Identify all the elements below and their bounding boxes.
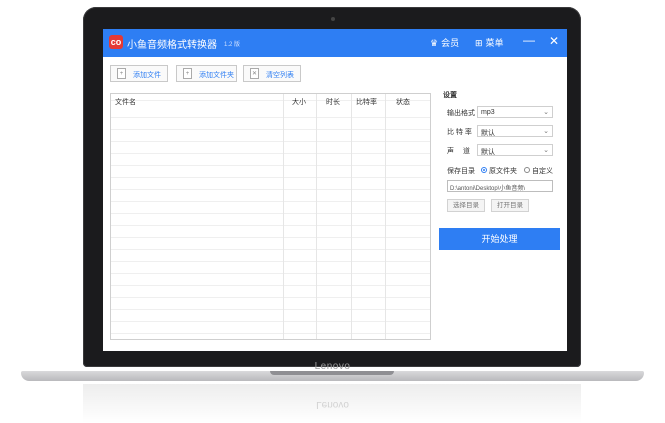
app-title: 小鱼音频格式转换器 xyxy=(127,40,217,51)
bitrate-label: 比 特 率 xyxy=(447,129,472,136)
channel-label: 声 道 xyxy=(447,148,470,155)
add-folder-button[interactable]: + 添加文件夹 xyxy=(176,65,237,82)
clear-list-button[interactable]: ✕ 清空列表 xyxy=(243,65,301,82)
menu-button[interactable]: ⊞ 菜单 xyxy=(475,36,504,49)
radio-original-folder[interactable] xyxy=(481,167,487,173)
chevron-down-icon: ⌄ xyxy=(543,147,549,154)
channel-value: 默认 xyxy=(481,149,495,156)
column-header-size[interactable]: 大小 xyxy=(292,97,306,107)
custom-folder-label: 自定义 xyxy=(532,168,553,175)
trash-icon: ✕ xyxy=(250,68,259,79)
clear-list-label: 清空列表 xyxy=(266,72,294,79)
chevron-down-icon: ⌄ xyxy=(543,109,549,116)
channel-select[interactable]: 默认 ⌄ xyxy=(477,144,553,156)
add-file-button[interactable]: + 添加文件 xyxy=(110,65,168,82)
member-button[interactable]: ♛ 会员 xyxy=(430,36,459,49)
folder-icon: + xyxy=(183,68,192,79)
bitrate-value: 默认 xyxy=(481,130,495,137)
start-button[interactable]: 开始处理 xyxy=(439,228,560,250)
app-version: 1.2 版 xyxy=(224,42,241,48)
member-label: 会员 xyxy=(441,38,460,48)
column-divider xyxy=(351,94,352,339)
add-file-label: 添加文件 xyxy=(133,72,161,79)
file-list-table[interactable]: 文件名 大小 时长 比特率 状态 xyxy=(110,93,431,340)
open-dir-button[interactable]: 打开目录 xyxy=(491,199,529,212)
add-folder-label: 添加文件夹 xyxy=(199,72,234,79)
app-logo: co xyxy=(109,35,123,49)
bitrate-select[interactable]: 默认 ⌄ xyxy=(477,125,553,137)
output-format-value: mp3 xyxy=(481,109,495,116)
laptop-notch xyxy=(270,371,394,375)
column-divider xyxy=(283,94,284,339)
original-folder-label: 原文件夹 xyxy=(489,168,517,175)
column-divider xyxy=(385,94,386,339)
column-header-duration[interactable]: 时长 xyxy=(326,97,340,107)
grid-icon: ⊞ xyxy=(475,38,483,48)
crown-icon: ♛ xyxy=(430,38,439,48)
file-icon: + xyxy=(117,68,126,79)
save-path-value: D:\antoni\Desktop\小鱼音频\ xyxy=(450,186,526,192)
menu-label: 菜单 xyxy=(485,38,504,48)
column-header-filename[interactable]: 文件名 xyxy=(115,97,136,107)
minimize-button[interactable]: — xyxy=(523,33,535,47)
app-window: co 小鱼音频格式转换器 1.2 版 ♛ 会员 ⊞ 菜单 — ✕ + 添加文件 + … xyxy=(103,29,567,351)
webcam xyxy=(331,17,335,21)
save-path-input[interactable]: D:\antoni\Desktop\小鱼音频\ xyxy=(447,180,553,192)
output-format-label: 输出格式 xyxy=(447,110,475,117)
settings-title: 设置 xyxy=(443,92,457,99)
output-format-select[interactable]: mp3 ⌄ xyxy=(477,106,553,118)
column-header-status[interactable]: 状态 xyxy=(396,97,410,107)
radio-custom-folder[interactable] xyxy=(524,167,530,173)
reflection-brand: Lenovo xyxy=(316,399,349,410)
column-divider xyxy=(316,94,317,339)
chevron-down-icon: ⌄ xyxy=(543,128,549,135)
choose-dir-button[interactable]: 选择目录 xyxy=(447,199,485,212)
save-dir-label: 保存目录 xyxy=(447,168,475,175)
title-bar: co 小鱼音频格式转换器 1.2 版 ♛ 会员 ⊞ 菜单 — ✕ xyxy=(103,29,567,57)
column-header-bitrate[interactable]: 比特率 xyxy=(356,97,377,107)
close-button[interactable]: ✕ xyxy=(549,34,559,48)
